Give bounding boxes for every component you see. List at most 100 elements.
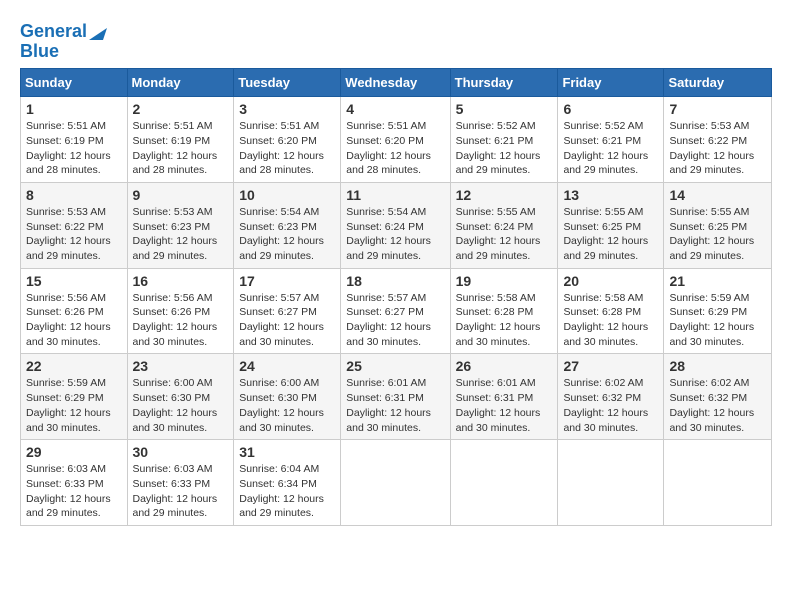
calendar-cell: 22 Sunrise: 5:59 AMSunset: 6:29 PMDaylig… (21, 354, 128, 440)
day-info: Sunrise: 5:52 AMSunset: 6:21 PMDaylight:… (456, 120, 541, 176)
day-info: Sunrise: 5:51 AMSunset: 6:20 PMDaylight:… (239, 120, 324, 176)
calendar-cell: 13 Sunrise: 5:55 AMSunset: 6:25 PMDaylig… (558, 182, 664, 268)
calendar-header-monday: Monday (127, 69, 234, 97)
calendar-cell: 30 Sunrise: 6:03 AMSunset: 6:33 PMDaylig… (127, 440, 234, 526)
calendar-cell: 3 Sunrise: 5:51 AMSunset: 6:20 PMDayligh… (234, 97, 341, 183)
header: General Blue (20, 18, 772, 62)
calendar-cell: 19 Sunrise: 5:58 AMSunset: 6:28 PMDaylig… (450, 268, 558, 354)
day-number: 27 (563, 358, 658, 374)
day-number: 9 (133, 187, 229, 203)
day-info: Sunrise: 6:02 AMSunset: 6:32 PMDaylight:… (669, 377, 754, 433)
day-info: Sunrise: 5:58 AMSunset: 6:28 PMDaylight:… (563, 292, 648, 348)
calendar-cell: 29 Sunrise: 6:03 AMSunset: 6:33 PMDaylig… (21, 440, 128, 526)
calendar-week-row: 15 Sunrise: 5:56 AMSunset: 6:26 PMDaylig… (21, 268, 772, 354)
calendar-cell: 1 Sunrise: 5:51 AMSunset: 6:19 PMDayligh… (21, 97, 128, 183)
day-info: Sunrise: 5:52 AMSunset: 6:21 PMDaylight:… (563, 120, 648, 176)
day-number: 17 (239, 273, 335, 289)
day-info: Sunrise: 5:51 AMSunset: 6:19 PMDaylight:… (26, 120, 111, 176)
calendar-week-row: 1 Sunrise: 5:51 AMSunset: 6:19 PMDayligh… (21, 97, 772, 183)
calendar-cell: 6 Sunrise: 5:52 AMSunset: 6:21 PMDayligh… (558, 97, 664, 183)
day-number: 20 (563, 273, 658, 289)
calendar-cell: 8 Sunrise: 5:53 AMSunset: 6:22 PMDayligh… (21, 182, 128, 268)
day-info: Sunrise: 5:53 AMSunset: 6:22 PMDaylight:… (669, 120, 754, 176)
day-info: Sunrise: 5:51 AMSunset: 6:19 PMDaylight:… (133, 120, 218, 176)
calendar-cell: 21 Sunrise: 5:59 AMSunset: 6:29 PMDaylig… (664, 268, 772, 354)
day-number: 28 (669, 358, 766, 374)
calendar-cell (450, 440, 558, 526)
day-info: Sunrise: 5:57 AMSunset: 6:27 PMDaylight:… (346, 292, 431, 348)
calendar-cell: 28 Sunrise: 6:02 AMSunset: 6:32 PMDaylig… (664, 354, 772, 440)
day-info: Sunrise: 6:01 AMSunset: 6:31 PMDaylight:… (456, 377, 541, 433)
day-number: 11 (346, 187, 444, 203)
calendar-header-thursday: Thursday (450, 69, 558, 97)
day-number: 12 (456, 187, 553, 203)
calendar-cell: 23 Sunrise: 6:00 AMSunset: 6:30 PMDaylig… (127, 354, 234, 440)
logo: General Blue (20, 22, 107, 62)
calendar-cell: 24 Sunrise: 6:00 AMSunset: 6:30 PMDaylig… (234, 354, 341, 440)
calendar-cell: 26 Sunrise: 6:01 AMSunset: 6:31 PMDaylig… (450, 354, 558, 440)
day-info: Sunrise: 5:58 AMSunset: 6:28 PMDaylight:… (456, 292, 541, 348)
day-number: 1 (26, 101, 122, 117)
day-number: 31 (239, 444, 335, 460)
day-number: 2 (133, 101, 229, 117)
day-number: 15 (26, 273, 122, 289)
day-info: Sunrise: 6:03 AMSunset: 6:33 PMDaylight:… (26, 463, 111, 519)
calendar-cell: 27 Sunrise: 6:02 AMSunset: 6:32 PMDaylig… (558, 354, 664, 440)
day-info: Sunrise: 6:03 AMSunset: 6:33 PMDaylight:… (133, 463, 218, 519)
calendar-cell (664, 440, 772, 526)
day-number: 5 (456, 101, 553, 117)
day-number: 6 (563, 101, 658, 117)
calendar-week-row: 22 Sunrise: 5:59 AMSunset: 6:29 PMDaylig… (21, 354, 772, 440)
calendar-header-row: SundayMondayTuesdayWednesdayThursdayFrid… (21, 69, 772, 97)
calendar-cell: 7 Sunrise: 5:53 AMSunset: 6:22 PMDayligh… (664, 97, 772, 183)
day-number: 13 (563, 187, 658, 203)
day-info: Sunrise: 6:02 AMSunset: 6:32 PMDaylight:… (563, 377, 648, 433)
calendar-cell: 9 Sunrise: 5:53 AMSunset: 6:23 PMDayligh… (127, 182, 234, 268)
calendar-week-row: 8 Sunrise: 5:53 AMSunset: 6:22 PMDayligh… (21, 182, 772, 268)
calendar-header-saturday: Saturday (664, 69, 772, 97)
day-number: 26 (456, 358, 553, 374)
calendar-cell: 18 Sunrise: 5:57 AMSunset: 6:27 PMDaylig… (341, 268, 450, 354)
day-info: Sunrise: 5:55 AMSunset: 6:25 PMDaylight:… (563, 206, 648, 262)
day-info: Sunrise: 5:51 AMSunset: 6:20 PMDaylight:… (346, 120, 431, 176)
day-number: 3 (239, 101, 335, 117)
day-number: 10 (239, 187, 335, 203)
day-info: Sunrise: 5:55 AMSunset: 6:24 PMDaylight:… (456, 206, 541, 262)
calendar-cell: 12 Sunrise: 5:55 AMSunset: 6:24 PMDaylig… (450, 182, 558, 268)
calendar-cell: 20 Sunrise: 5:58 AMSunset: 6:28 PMDaylig… (558, 268, 664, 354)
calendar-cell (341, 440, 450, 526)
day-number: 16 (133, 273, 229, 289)
calendar-cell: 11 Sunrise: 5:54 AMSunset: 6:24 PMDaylig… (341, 182, 450, 268)
day-info: Sunrise: 5:59 AMSunset: 6:29 PMDaylight:… (669, 292, 754, 348)
calendar-week-row: 29 Sunrise: 6:03 AMSunset: 6:33 PMDaylig… (21, 440, 772, 526)
day-info: Sunrise: 6:04 AMSunset: 6:34 PMDaylight:… (239, 463, 324, 519)
day-number: 24 (239, 358, 335, 374)
calendar-cell: 5 Sunrise: 5:52 AMSunset: 6:21 PMDayligh… (450, 97, 558, 183)
calendar-cell: 14 Sunrise: 5:55 AMSunset: 6:25 PMDaylig… (664, 182, 772, 268)
day-number: 29 (26, 444, 122, 460)
day-number: 22 (26, 358, 122, 374)
day-number: 30 (133, 444, 229, 460)
calendar-cell: 31 Sunrise: 6:04 AMSunset: 6:34 PMDaylig… (234, 440, 341, 526)
day-info: Sunrise: 5:57 AMSunset: 6:27 PMDaylight:… (239, 292, 324, 348)
day-info: Sunrise: 5:53 AMSunset: 6:22 PMDaylight:… (26, 206, 111, 262)
logo-text-blue: Blue (20, 41, 59, 61)
logo-text-general: General (20, 22, 87, 42)
day-info: Sunrise: 5:55 AMSunset: 6:25 PMDaylight:… (669, 206, 754, 262)
calendar-cell: 15 Sunrise: 5:56 AMSunset: 6:26 PMDaylig… (21, 268, 128, 354)
day-info: Sunrise: 6:00 AMSunset: 6:30 PMDaylight:… (239, 377, 324, 433)
day-info: Sunrise: 6:01 AMSunset: 6:31 PMDaylight:… (346, 377, 431, 433)
calendar-header-sunday: Sunday (21, 69, 128, 97)
calendar-cell (558, 440, 664, 526)
day-number: 14 (669, 187, 766, 203)
calendar-cell: 10 Sunrise: 5:54 AMSunset: 6:23 PMDaylig… (234, 182, 341, 268)
calendar-cell: 16 Sunrise: 5:56 AMSunset: 6:26 PMDaylig… (127, 268, 234, 354)
day-number: 23 (133, 358, 229, 374)
calendar-header-friday: Friday (558, 69, 664, 97)
calendar-header-wednesday: Wednesday (341, 69, 450, 97)
day-number: 4 (346, 101, 444, 117)
day-info: Sunrise: 5:54 AMSunset: 6:24 PMDaylight:… (346, 206, 431, 262)
day-info: Sunrise: 5:59 AMSunset: 6:29 PMDaylight:… (26, 377, 111, 433)
day-number: 19 (456, 273, 553, 289)
calendar-cell: 25 Sunrise: 6:01 AMSunset: 6:31 PMDaylig… (341, 354, 450, 440)
